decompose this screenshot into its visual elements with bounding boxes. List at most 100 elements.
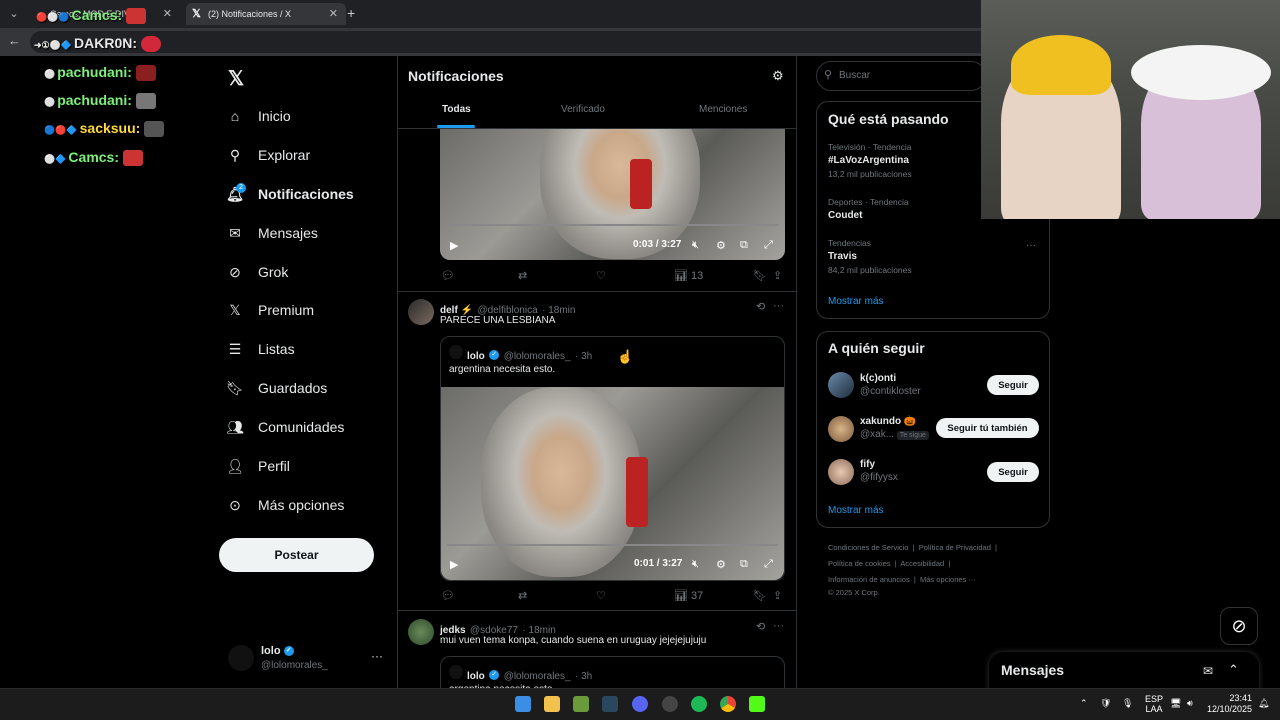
post-button[interactable]: Postear <box>219 538 374 572</box>
grok-explain-icon[interactable]: ⟲ <box>756 620 765 633</box>
browser-tab-2[interactable]: 𝕏 (2) Notificaciones / X ✕ <box>186 3 346 25</box>
play-icon[interactable]: ▶ <box>450 558 458 571</box>
avatar[interactable] <box>828 372 854 398</box>
mic-icon[interactable]: 🎙︎ <box>1122 698 1133 709</box>
nav-item-comunidades[interactable]: 👥︎ Comunidades <box>226 412 344 442</box>
volume-icon[interactable]: 🔊︎ <box>1187 698 1193 709</box>
show-more-follow-link[interactable]: Mostrar más <box>828 505 884 516</box>
avatar[interactable] <box>408 619 434 645</box>
follow-suggestion[interactable]: xakundo 🎃 @xak... Te sigue <box>860 416 929 440</box>
nav-item-grok[interactable]: ⊘ Grok <box>226 257 288 287</box>
expand-up-icon[interactable]: ⌃ <box>1228 662 1239 678</box>
verified-icon: ✓ <box>489 349 500 360</box>
emote-icon <box>135 65 156 82</box>
pip-icon[interactable]: ⧉ <box>740 239 748 252</box>
share-icon[interactable]: ⇪ <box>773 269 782 282</box>
repost-icon[interactable]: ⇄ <box>518 269 527 282</box>
nav-item-notificaciones[interactable]: 🔔︎ Notificaciones <box>226 179 354 209</box>
nav-item-mas-opciones[interactable]: ⊙ Más opciones <box>226 490 344 520</box>
video-progress[interactable] <box>447 544 778 546</box>
nav-item-mensajes[interactable]: ✉ Mensajes <box>226 218 318 248</box>
like-icon[interactable]: ♡ <box>596 589 606 602</box>
discord-icon[interactable] <box>632 696 648 712</box>
pip-icon[interactable]: ⧉ <box>740 558 748 571</box>
trend-item[interactable]: Deportes · Tendencia Coudet <box>828 197 909 221</box>
avatar[interactable] <box>828 459 854 485</box>
steam-icon[interactable] <box>602 696 618 712</box>
kick-icon[interactable] <box>749 696 765 712</box>
network-icon[interactable]: 🖥︎ <box>1170 698 1181 709</box>
trend-item[interactable]: Tendencias Travis 84,2 mil publicaciones <box>828 238 912 275</box>
fullscreen-icon[interactable]: ⤢ <box>764 558 773 571</box>
views-count[interactable]: 📊︎ 13 <box>674 269 703 282</box>
clock[interactable]: 23:41 12/10/2025 <box>1207 693 1252 715</box>
follow-button[interactable]: Seguir <box>987 375 1039 395</box>
trend-more-icon[interactable]: ··· <box>1026 240 1036 251</box>
video-player[interactable]: ▶ 0:03 / 3:27 🔇︎ ⚙ ⧉ ⤢ <box>440 129 785 260</box>
tab-todas[interactable]: Todas <box>442 104 471 115</box>
account-more-icon[interactable]: ··· <box>371 649 383 663</box>
follow-suggestion[interactable]: k(c)onti @contikloster <box>860 373 921 397</box>
tray-chevron-icon[interactable]: ⌃ <box>1080 698 1088 709</box>
tab-search-icon[interactable]: ⌄ <box>6 6 22 22</box>
badge-icon: ⚪ <box>44 69 56 79</box>
follow-button[interactable]: Seguir <box>987 462 1039 482</box>
settings-icon[interactable]: ⚙ <box>716 558 726 571</box>
account-name[interactable]: lolo ✓ <box>261 645 294 657</box>
video-progress[interactable] <box>446 224 779 226</box>
follow-back-button[interactable]: Seguir tú también <box>936 418 1039 438</box>
follow-suggestion[interactable]: fify @fifyysx <box>860 459 898 483</box>
nav-item-inicio[interactable]: ⌂ Inicio <box>226 101 291 131</box>
more-icon[interactable]: ··· <box>773 620 784 632</box>
video-player[interactable]: ▶ 0:01 / 3:27 🔇︎ ⚙ ⧉ ⤢ <box>441 387 784 580</box>
nav-item-listas[interactable]: ☰ Listas <box>226 334 295 364</box>
tab-menciones[interactable]: Menciones <box>699 104 747 115</box>
new-message-icon[interactable]: ✉ <box>1203 664 1213 678</box>
new-tab-icon[interactable]: + <box>347 5 355 21</box>
spotify-icon[interactable] <box>691 696 707 712</box>
mute-icon[interactable]: 🔇︎ <box>692 239 699 252</box>
windows-start-icon[interactable] <box>515 696 531 712</box>
input-language[interactable]: ESP LAA <box>1145 694 1163 714</box>
bookmark-icon[interactable]: 🔖︎ <box>753 269 767 282</box>
play-icon[interactable]: ▶ <box>450 239 458 252</box>
app-icon[interactable] <box>573 696 589 712</box>
tab-verificado[interactable]: Verificado <box>561 104 605 115</box>
avatar[interactable] <box>408 299 434 325</box>
repost-icon[interactable]: ⇄ <box>518 589 527 602</box>
notification-bell-icon[interactable]: 🔔︎ <box>1258 698 1269 709</box>
bookmark-icon[interactable]: 🔖︎ <box>753 589 767 602</box>
chrome-icon[interactable] <box>720 696 736 712</box>
close-icon[interactable]: ✕ <box>329 3 338 25</box>
grok-explain-icon[interactable]: ⟲ <box>756 300 765 313</box>
x-logo-icon[interactable]: 𝕏 <box>228 66 244 91</box>
tweet-text: PARECE UNA LESBIANA <box>440 315 556 326</box>
obs-icon[interactable] <box>662 696 678 712</box>
omnibox[interactable] <box>30 31 990 53</box>
more-icon[interactable]: ··· <box>773 300 784 312</box>
chat-line: 🔵🔴🔷 sacksuu: <box>44 120 165 138</box>
views-count[interactable]: 📊︎ 37 <box>674 589 703 602</box>
reply-icon[interactable]: 💬︎ <box>441 269 455 282</box>
share-icon[interactable]: ⇪ <box>773 589 782 602</box>
mute-icon[interactable]: 🔇︎ <box>692 558 699 571</box>
like-icon[interactable]: ♡ <box>596 269 606 282</box>
fullscreen-icon[interactable]: ⤢ <box>764 239 773 252</box>
show-more-trends-link[interactable]: Mostrar más <box>828 296 884 307</box>
nav-item-guardados[interactable]: 🔖︎ Guardados <box>226 373 327 403</box>
reply-icon[interactable]: 💬︎ <box>441 589 455 602</box>
nav-item-explorar[interactable]: ⚲ Explorar <box>226 140 310 170</box>
settings-icon[interactable]: ⚙ <box>716 239 726 252</box>
back-arrow-icon[interactable]: ← <box>8 33 21 48</box>
settings-gear-icon[interactable]: ⚙ <box>772 68 784 84</box>
nav-item-perfil[interactable]: 👤︎ Perfil <box>226 451 290 481</box>
account-avatar[interactable] <box>228 645 254 671</box>
close-icon[interactable]: ✕ <box>163 3 172 25</box>
nav-item-premium[interactable]: 𝕏 Premium <box>226 295 314 325</box>
avatar[interactable] <box>828 416 854 442</box>
person-icon: 👤︎ <box>226 457 244 474</box>
trend-item[interactable]: Televisión · Tendencia #LaVozArgentina 1… <box>828 142 912 179</box>
file-explorer-icon[interactable] <box>544 696 560 712</box>
tray-app-icon[interactable]: 🛡︎ <box>1100 698 1111 709</box>
grok-floating-icon[interactable]: ⊘ <box>1220 607 1258 645</box>
